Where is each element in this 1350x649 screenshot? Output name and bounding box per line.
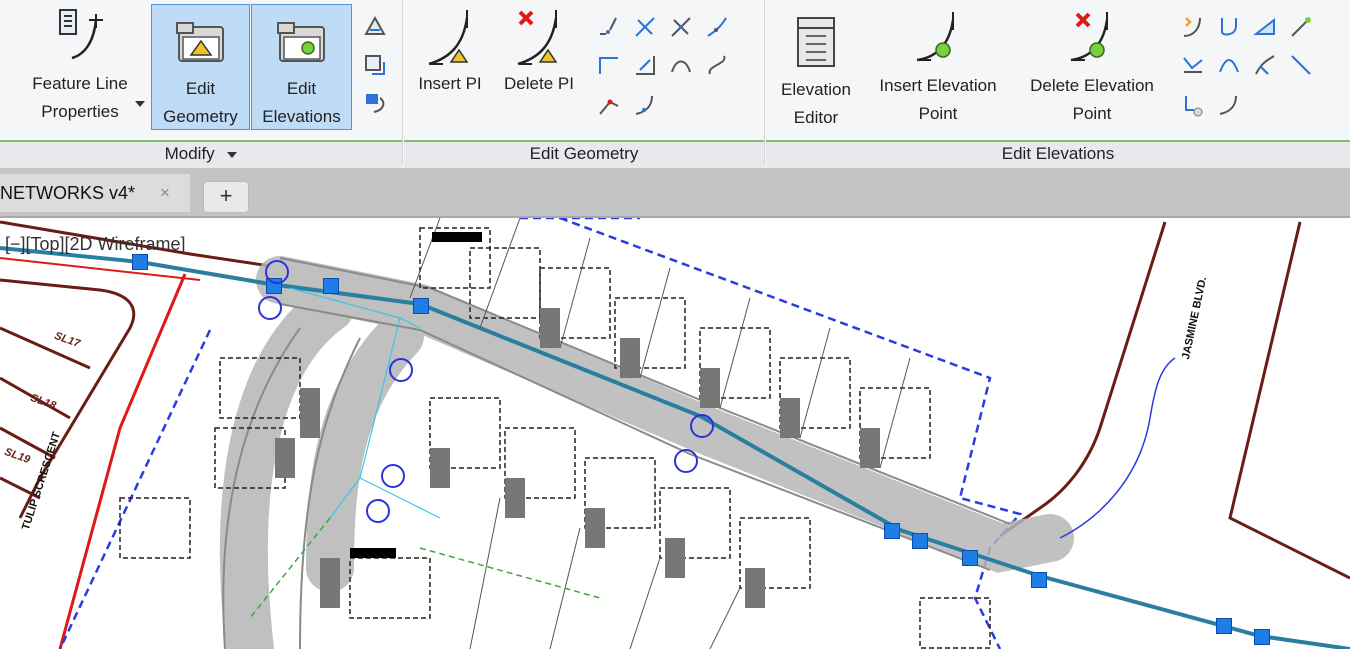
elevation-editor-button[interactable]: Elevation Editor — [772, 4, 860, 130]
structure-ring[interactable] — [690, 414, 714, 438]
grip-marker[interactable] — [132, 254, 148, 270]
file-tab-label: NETWORKS v4* — [0, 183, 136, 203]
insert-pi-icon — [428, 10, 469, 66]
insert-pi-button[interactable]: Insert PI — [408, 4, 492, 104]
edit-elevations-panel: Elevation Editor Insert Elevation Point … — [766, 0, 1350, 168]
edit-geometry-label-1: Edit — [185, 79, 216, 98]
break-icon[interactable] — [596, 14, 622, 40]
structure-ring[interactable] — [265, 260, 289, 284]
insert-elevation-point-button[interactable]: Insert Elevation Point — [866, 4, 1010, 130]
grade-extension-icon[interactable] — [1180, 92, 1206, 118]
feature-line-properties-icon — [59, 9, 103, 60]
insert-high-low-icon[interactable] — [1180, 52, 1206, 78]
trim-icon[interactable] — [632, 14, 658, 40]
edit-elevations-label-2: Elevations — [262, 107, 341, 126]
move-to-surface-icon[interactable] — [362, 90, 388, 116]
chevron-down-icon — [227, 152, 238, 158]
edit-elevations-button[interactable]: Edit Elevations — [251, 4, 352, 130]
modify-panel-title[interactable]: Modify — [0, 140, 402, 168]
grip-marker[interactable] — [1254, 629, 1270, 645]
site-plan-drawing[interactable] — [0, 218, 1350, 649]
elevations-from-surface-icon[interactable] — [1252, 52, 1278, 78]
drawing-viewport[interactable]: [−][Top][2D Wireframe] SL17 SL18 SL19 TU… — [0, 218, 1350, 649]
edit-geometry-label-2: Geometry — [163, 107, 238, 126]
feature-line-properties-label-2: Properties — [41, 102, 119, 121]
weed-icon[interactable] — [632, 92, 658, 118]
delete-pi-button[interactable]: Delete PI — [496, 4, 582, 104]
delete-pi-icon — [517, 10, 558, 66]
graded-corridor — [219, 256, 1074, 649]
pipe-network — [0, 246, 1350, 649]
close-icon[interactable]: × — [160, 174, 170, 212]
modify-panel: Feature Line Properties Edit Geometry Ed… — [0, 0, 402, 168]
insert-elevation-point-label-1: Insert Elevation — [879, 76, 997, 95]
grip-marker[interactable] — [884, 523, 900, 539]
road-centerline — [58, 273, 187, 649]
edit-elevations-tool-icon[interactable] — [1216, 14, 1242, 40]
fit-curve-icon[interactable] — [704, 52, 730, 78]
insert-elevation-point-icon — [916, 12, 955, 62]
adjacent-elevations-icon[interactable] — [1288, 52, 1314, 78]
structure-ring[interactable] — [674, 449, 698, 473]
edit-elevations-panel-title[interactable]: Edit Elevations — [766, 140, 1350, 168]
smooth-icon[interactable] — [596, 92, 622, 118]
modify-panel-title-label: Modify — [164, 144, 215, 163]
grip-marker[interactable] — [1216, 618, 1232, 634]
insert-elevation-point-label-2: Point — [918, 104, 958, 123]
structure-ring[interactable] — [366, 499, 390, 523]
structure-ring[interactable] — [381, 464, 405, 488]
set-grade-slope-icon[interactable] — [1252, 14, 1278, 40]
delete-breakline-icon[interactable] — [1216, 92, 1242, 118]
delete-elevation-point-label-2: Point — [1072, 104, 1112, 123]
edit-geometry-panel: Insert PI Delete PI Edit Geometry — [404, 0, 764, 168]
ribbon: Feature Line Properties Edit Geometry Ed… — [0, 0, 1350, 169]
grip-marker[interactable] — [413, 298, 429, 314]
grip-marker[interactable] — [962, 550, 978, 566]
join-icon[interactable] — [704, 14, 730, 40]
grip-marker[interactable] — [323, 278, 339, 294]
insert-pi-label: Insert PI — [418, 74, 482, 93]
delete-face-icon[interactable] — [362, 14, 388, 40]
edit-elevations-icon — [276, 22, 325, 62]
delete-elevation-point-icon — [1070, 12, 1109, 62]
reverse-icon[interactable] — [596, 52, 622, 78]
edit-geometry-icon — [175, 22, 224, 62]
extend-icon[interactable] — [668, 14, 694, 40]
copy-icon[interactable] — [362, 52, 388, 78]
creek-line — [1059, 357, 1176, 539]
elevation-editor-label-2: Editor — [793, 108, 839, 127]
panel-separator — [764, 0, 765, 166]
structure-ring[interactable] — [258, 296, 282, 320]
edit-curve-icon[interactable] — [632, 52, 658, 78]
set-elevation-by-reference-icon[interactable] — [1288, 14, 1314, 40]
chevron-down-icon[interactable] — [135, 100, 145, 108]
delete-elevation-point-button[interactable]: Delete Elevation Point — [1016, 4, 1168, 130]
grip-marker[interactable] — [912, 533, 928, 549]
elevation-editor-label-1: Elevation — [781, 80, 851, 99]
structure-ring[interactable] — [389, 358, 413, 382]
feature-line-properties-label-1: Feature Line — [32, 74, 128, 93]
viewport-controls-label[interactable]: [−][Top][2D Wireframe] — [5, 234, 186, 255]
feature-line-properties-button[interactable]: Feature Line Properties — [14, 4, 146, 130]
elevation-editor-icon — [797, 17, 835, 67]
grip-marker[interactable] — [1031, 572, 1047, 588]
file-tab-networks[interactable]: NETWORKS v4* × — [0, 174, 190, 212]
raise-lower-icon[interactable] — [1216, 52, 1242, 78]
edit-elevations-label-1: Edit — [286, 79, 317, 98]
quick-elevation-edit-icon[interactable] — [1180, 14, 1206, 40]
fillet-icon[interactable] — [668, 52, 694, 78]
edit-geometry-panel-title[interactable]: Edit Geometry — [404, 140, 764, 168]
delete-elevation-point-label-1: Delete Elevation — [1030, 76, 1154, 95]
panel-separator — [402, 0, 403, 166]
new-tab-button[interactable]: + — [203, 181, 249, 213]
edit-geometry-button[interactable]: Edit Geometry — [151, 4, 250, 130]
delete-pi-label: Delete PI — [504, 74, 574, 93]
